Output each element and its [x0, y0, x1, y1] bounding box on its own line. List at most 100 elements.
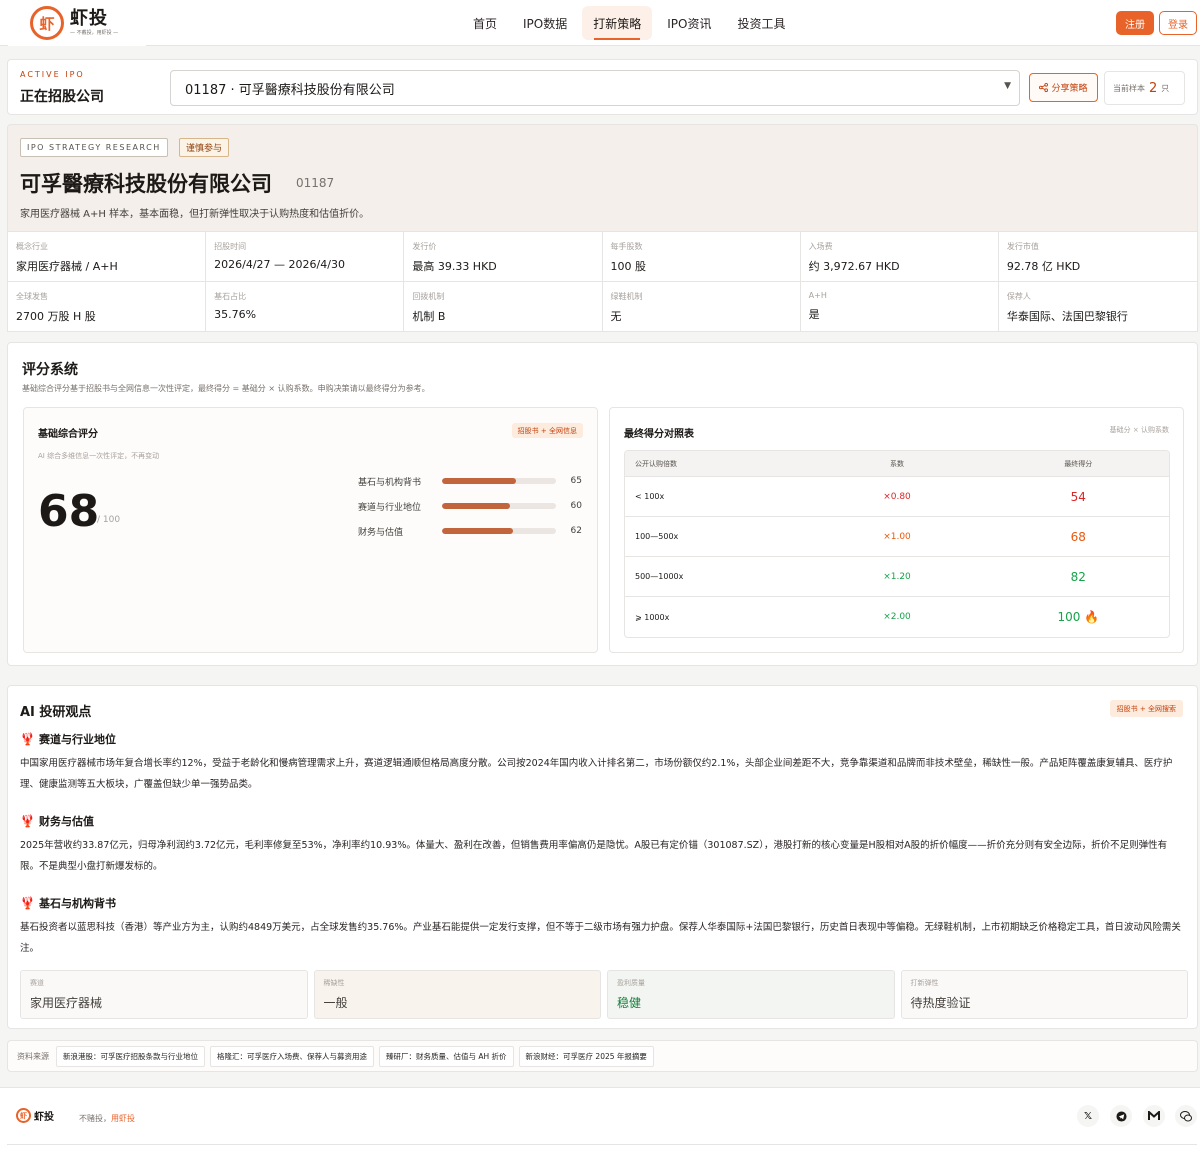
nav-ipo-data[interactable]: IPO数据	[512, 6, 578, 40]
bar-fill	[442, 503, 511, 509]
nav-invest-tools[interactable]: 投资工具	[727, 6, 797, 40]
ai-section-body: 中国家用医疗器械市场年复合增长率约12%，受益于老龄化和慢病管理需求上升，赛道逻…	[20, 758, 1173, 790]
strategy-hero: IPO STRATEGY RESEARCH 谨慎参与 可孚醫療科技股份有限公司 …	[7, 124, 1198, 231]
lobster-icon: 🦞	[20, 896, 35, 910]
register-button[interactable]: 注册	[1116, 11, 1154, 35]
range-cell: < 100x	[635, 492, 665, 501]
login-button[interactable]: 登录	[1159, 11, 1197, 35]
telegram-icon[interactable]	[1110, 1105, 1132, 1127]
nav-home[interactable]: 首页	[462, 6, 508, 40]
x-icon[interactable]: 𝕏	[1077, 1105, 1099, 1127]
footer: 虾 虾投 不赌投，用虾投 𝕏	[0, 1087, 1200, 1159]
stock-code: 01187	[296, 176, 335, 190]
info-value: 机制 B	[412, 310, 446, 323]
formula-badge: 基础分 × 认购系数	[1109, 426, 1169, 434]
table-row: 100—500x ×1.00 68	[625, 517, 1169, 557]
share-strategy-label: 分享策略	[1051, 84, 1088, 94]
ipo-selector-bar: ACTIVE IPO 正在招股公司 01187 · 可孚醫療科技股份有限公司 ▼…	[7, 59, 1198, 115]
info-value: 100 股	[610, 260, 647, 273]
sources-label: 资料来源	[17, 1051, 49, 1061]
info-cell: 全球发售 2700 万股 H 股	[8, 282, 207, 332]
info-cell: 发行市值 92.78 亿 HKD	[998, 232, 1197, 282]
panel-title: 基础综合评分	[38, 429, 98, 440]
range-cell: ⩾ 1000x	[635, 612, 670, 622]
ai-section-heading: 🦞 赛道与行业地位	[20, 731, 116, 747]
score-max: / 100	[97, 515, 121, 525]
bar-label: 赛道与行业地位	[358, 502, 422, 513]
section-subtitle: 基础综合评分基于招股书与全网信息一次性评定，最终得分 = 基础分 × 认购系数。…	[22, 384, 430, 393]
info-value: 2026/4/27 — 2026/4/30	[214, 258, 345, 271]
bar-value: 60	[570, 501, 582, 511]
shrimp-logo-icon: 虾	[30, 6, 64, 40]
final-score-panel: 最终得分对照表 基础分 × 认购系数 公开认购倍数 系数 最终得分 < 100x…	[609, 407, 1184, 653]
coef-cell: ×1.20	[883, 571, 911, 582]
main-nav: 首页 IPO数据 打新策略 IPO资讯 投资工具	[462, 6, 797, 40]
info-value: 是	[808, 308, 820, 321]
brand-logo[interactable]: 虾 虾投 — 不戴投，用虾投 —	[8, 0, 146, 46]
coef-cell: ×0.80	[883, 491, 911, 502]
info-label: 每手股数	[610, 242, 643, 251]
final-score-cell: 82	[1070, 569, 1086, 584]
source-link[interactable]: 臻研厂：财务质量、估值与 AH 折价	[379, 1045, 514, 1067]
bar-label: 财务与估值	[358, 527, 404, 538]
lobster-icon: 🦞	[20, 732, 35, 746]
bar-value: 62	[570, 526, 582, 536]
nav-ipo-strategy[interactable]: 打新策略	[582, 6, 653, 40]
slogan-highlight: 用虾投	[111, 1114, 135, 1123]
summary-tile: 盈利质量 稳健	[607, 970, 895, 1019]
source-link[interactable]: 新浪港股：可孚医疗招股条款与行业地位	[56, 1045, 205, 1067]
tile-value: 待热度验证	[910, 996, 971, 1010]
bar-fill	[442, 528, 513, 534]
share-strategy-button[interactable]: 分享策略	[1029, 73, 1098, 102]
info-cell: A+H 是	[801, 282, 999, 332]
brand-slogan: — 不戴投，用虾投 —	[70, 30, 119, 36]
ipo-select-dropdown[interactable]: 01187 · 可孚醫療科技股份有限公司 ▼	[170, 70, 1020, 106]
footer-slogan: 不赌投，用虾投	[79, 1113, 135, 1124]
active-ipo-title: 正在招股公司	[20, 89, 104, 105]
ai-section-body: 2025年营收约33.87亿元，归母净利润约3.72亿元，毛利率修复至53%，净…	[20, 840, 1168, 872]
top-navbar: 虾 虾投 — 不戴投，用虾投 — 首页 IPO数据 打新策略 IPO资讯 投资工…	[0, 0, 1200, 46]
score-bar-row: 基石与机构背书 65	[358, 475, 582, 488]
nav-ipo-news[interactable]: IPO资讯	[656, 6, 722, 40]
info-label: 概念行业	[16, 242, 48, 251]
score-system-section: 评分系统 基础综合评分基于招股书与全网信息一次性评定，最终得分 = 基础分 × …	[7, 342, 1198, 666]
table-row: ⩾ 1000x ×2.00 100 🔥	[625, 597, 1169, 637]
final-score-cell: 54	[1070, 489, 1086, 504]
summary-tile: 赛道 家用医疗器械	[20, 970, 308, 1019]
sample-count-box: 当前样本 2 只	[1104, 71, 1185, 105]
source-link[interactable]: 格隆汇：可孚医疗入场费、保荐人与募资用途	[210, 1045, 374, 1067]
ai-section-body: 基石投资者以蓝思科技（香港）等产业方为主，认购约4849万美元，占全球发售约35…	[20, 922, 1181, 954]
final-score-cell: 68	[1070, 529, 1086, 544]
sample-unit: 只	[1161, 83, 1170, 93]
info-cell: 绿鞋机制无	[603, 282, 801, 332]
info-value: 无	[610, 310, 622, 323]
lobster-icon: 🦞	[20, 814, 35, 828]
section-title: AI 投研观点	[20, 705, 92, 720]
bar-track	[442, 503, 556, 509]
heading-text: 财务与估值	[38, 815, 94, 828]
wechat-icon[interactable]	[1175, 1105, 1197, 1127]
score-bar-row: 赛道与行业地位 60	[358, 500, 582, 513]
tile-label: 稀缺性	[323, 979, 345, 987]
email-icon[interactable]	[1143, 1105, 1165, 1127]
info-label: 发行市值	[1006, 242, 1039, 251]
share-icon	[1039, 83, 1049, 92]
source-link[interactable]: 新浪财经：可孚医疗 2025 年报摘要	[518, 1045, 654, 1067]
header-cell: 系数	[889, 459, 904, 468]
range-cell: 100—500x	[635, 532, 679, 541]
info-cell: 概念行业家用医疗器械 / A+H	[8, 232, 207, 282]
sample-count: 2	[1149, 80, 1158, 96]
info-value: 约 3,972.67 HKD	[808, 260, 900, 273]
info-cell: 发行价 最高 39.33 HKD	[404, 232, 603, 282]
footer-logo[interactable]: 虾 虾投	[16, 1108, 54, 1123]
info-label: 回拨机制	[412, 292, 445, 301]
info-value: 家用医疗器械 / A+H	[16, 260, 118, 273]
caution-badge: 谨慎参与	[179, 138, 230, 157]
heading-text: 基石与机构背书	[38, 897, 116, 910]
info-value: 最高 39.33 HKD	[412, 260, 497, 273]
coef-cell: ×2.00	[883, 612, 911, 622]
bar-track	[442, 478, 556, 484]
tile-value: 一般	[323, 996, 348, 1010]
table-row: 500—1000x ×1.20 82	[625, 557, 1169, 597]
tile-label: 盈利质量	[617, 979, 645, 987]
